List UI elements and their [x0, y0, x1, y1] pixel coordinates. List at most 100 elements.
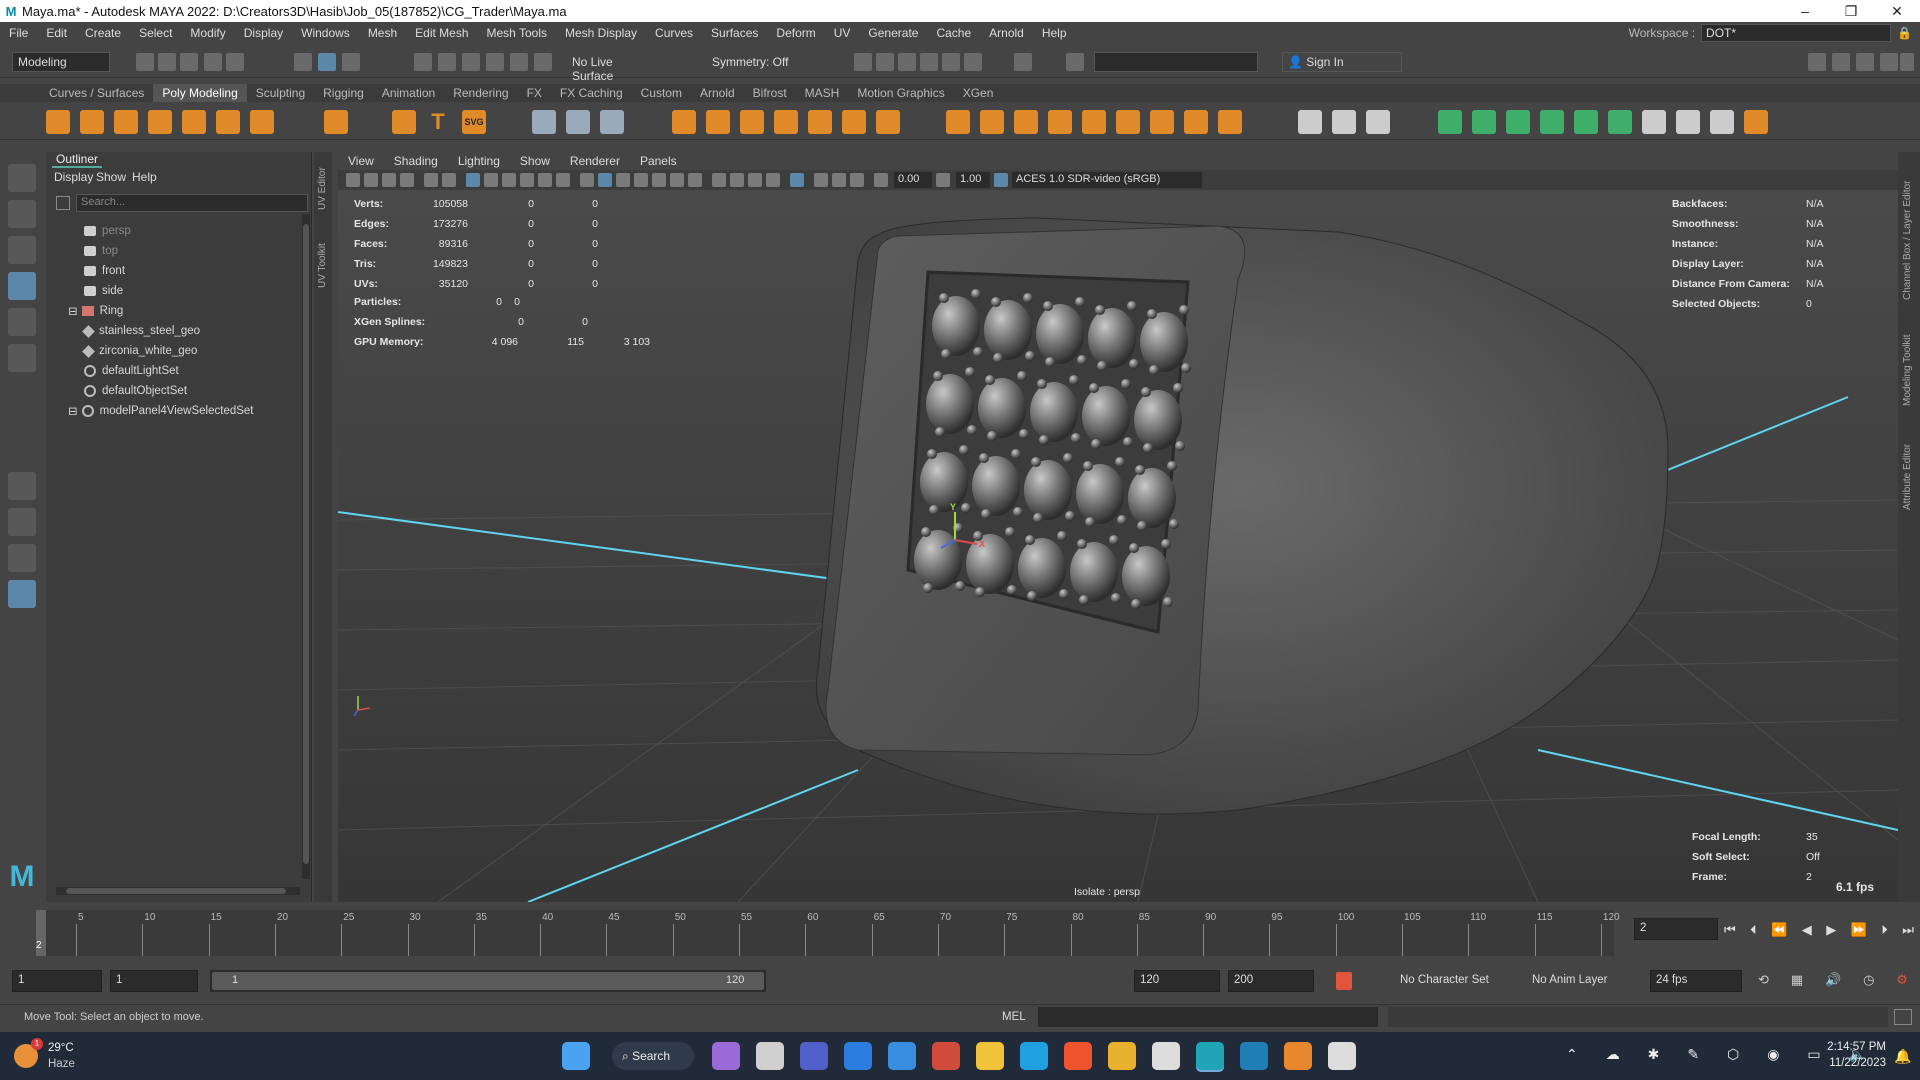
current-frame-field[interactable]: 2 — [1634, 918, 1718, 940]
bridge-icon[interactable] — [1014, 110, 1038, 134]
shelf-tab-xgen[interactable]: XGen — [954, 84, 1003, 102]
minimize-icon[interactable]: – — [1782, 0, 1828, 22]
time-ruler[interactable]: 2 5 10 15 20 25 30 35 40 45 50 55 60 65 70 75 80 85 90 95 1… — [36, 910, 1620, 956]
select-hierarchy-icon[interactable] — [294, 53, 312, 71]
hypershade-icon[interactable] — [942, 53, 960, 71]
menu-deform[interactable]: Deform — [767, 26, 824, 40]
uv-cut-icon[interactable] — [1642, 110, 1666, 134]
viewport-menu-shading[interactable]: Shading — [384, 154, 448, 168]
outliner-item[interactable]: ⊟ Ring — [68, 302, 123, 320]
gate-mask-icon[interactable] — [520, 173, 534, 187]
shelf-tab-sculpting[interactable]: Sculpting — [247, 84, 314, 102]
uv-sew-icon[interactable] — [1676, 110, 1700, 134]
taskbar-search[interactable]: ⌕ Search — [612, 1042, 694, 1070]
outliner-item[interactable]: defaultObjectSet — [84, 382, 187, 400]
wedge-icon[interactable] — [1150, 110, 1174, 134]
save-scene-icon[interactable] — [180, 53, 198, 71]
shelf-tab-bifrost[interactable]: Bifrost — [744, 84, 796, 102]
paint-select-tool-icon[interactable] — [8, 236, 36, 264]
perspective-viewport[interactable]: Y X Verts: 105058 0 0 Edges: 173276 0 0 Faces: 89… — [338, 190, 1898, 902]
super-shape-icon[interactable] — [392, 110, 416, 134]
uv-camera-icon[interactable] — [1574, 110, 1598, 134]
exposure-icon[interactable] — [874, 173, 888, 187]
xray-joints-icon[interactable] — [814, 173, 828, 187]
office-icon[interactable] — [932, 1042, 960, 1070]
auto-key-icon[interactable] — [1336, 972, 1352, 990]
menu-modify[interactable]: Modify — [181, 26, 234, 40]
camera-attributes-icon[interactable] — [364, 173, 378, 187]
append-polygon-icon[interactable] — [1048, 110, 1072, 134]
outliner-item[interactable]: top — [84, 242, 118, 260]
four-view-layout-icon[interactable] — [8, 508, 36, 536]
step-forward-frame-icon[interactable]: ⏩ — [1851, 922, 1867, 938]
uv-automatic-icon[interactable] — [1540, 110, 1564, 134]
menu-mesh-display[interactable]: Mesh Display — [556, 26, 646, 40]
animation-start-field[interactable]: 1 — [12, 970, 102, 992]
lock-icon[interactable]: 🔒 — [1897, 26, 1912, 40]
fps-dropdown[interactable]: 24 fps — [1650, 970, 1742, 992]
multi-cut-icon[interactable] — [1298, 110, 1322, 134]
platonic-solid-icon[interactable] — [324, 110, 348, 134]
pen-icon[interactable]: ✎ — [1687, 1046, 1699, 1063]
workspace-dropdown[interactable]: DOT* — [1701, 24, 1892, 42]
menu-surfaces[interactable]: Surfaces — [702, 26, 767, 40]
time-slider[interactable]: 2 5 10 15 20 25 30 35 40 45 50 55 60 65 70 75 80 85 90 95 1… — [0, 910, 1920, 958]
open-scene-icon[interactable] — [158, 53, 176, 71]
poly-cylinder-icon[interactable] — [114, 110, 138, 134]
script-language-toggle[interactable]: MEL — [1002, 1011, 1026, 1023]
xray-active-icon[interactable] — [832, 173, 846, 187]
sidebar-toggle-icon[interactable] — [1066, 53, 1084, 71]
time-editor-icon[interactable]: ◷ — [1863, 972, 1874, 988]
extract-icon[interactable] — [1218, 110, 1242, 134]
grid-toggle-icon[interactable] — [466, 173, 480, 187]
range-slider[interactable]: 1 120 — [210, 970, 766, 992]
outliner-menu-display[interactable]: Display — [54, 170, 93, 184]
viewport-menu-renderer[interactable]: Renderer — [560, 154, 630, 168]
menu-mesh-tools[interactable]: Mesh Tools — [478, 26, 556, 40]
view-transform-dropdown[interactable]: ACES 1.0 SDR-video (sRGB) — [1012, 172, 1202, 188]
brave-icon[interactable] — [1064, 1042, 1092, 1070]
step-back-frame-icon[interactable]: ⏪ — [1771, 922, 1787, 938]
poly-plane-icon[interactable] — [216, 110, 240, 134]
menu-help[interactable]: Help — [1033, 26, 1076, 40]
xray-icon[interactable] — [634, 173, 648, 187]
menu-windows[interactable]: Windows — [292, 26, 359, 40]
uv-cylindrical-icon[interactable] — [1472, 110, 1496, 134]
uv-editor-icon[interactable] — [1744, 110, 1768, 134]
scroll-thumb[interactable] — [303, 224, 309, 864]
play-forwards-icon[interactable]: ▶ — [1826, 922, 1836, 938]
combine-icon[interactable] — [672, 110, 696, 134]
outliner-layout-icon[interactable] — [8, 580, 36, 608]
render-settings-icon[interactable] — [920, 53, 938, 71]
select-component-icon[interactable] — [342, 53, 360, 71]
anti-alias-icon[interactable] — [748, 173, 762, 187]
attribute-editor-tab[interactable]: Attribute Editor — [1902, 444, 1913, 510]
backface-culling-icon[interactable] — [850, 173, 864, 187]
color-management-icon[interactable] — [994, 173, 1008, 187]
sweep-mesh-icon[interactable] — [532, 110, 556, 134]
hscroll-thumb[interactable] — [66, 888, 286, 894]
shelf-tab-poly-modeling[interactable]: Poly Modeling — [153, 84, 247, 102]
select-object-icon[interactable] — [318, 53, 336, 71]
animation-preferences-icon[interactable]: ⚙ — [1896, 972, 1908, 988]
uv-toolkit-tab[interactable]: UV Toolkit — [317, 243, 328, 288]
wireframe-on-shaded-icon[interactable] — [616, 173, 630, 187]
menu-curves[interactable]: Curves — [646, 26, 702, 40]
poke-icon[interactable] — [1116, 110, 1140, 134]
playback-start-field[interactable]: 1 — [110, 970, 198, 992]
outliner-item[interactable]: side — [84, 282, 123, 300]
expand-icon[interactable]: ⊟ — [68, 404, 78, 418]
single-perspective-layout-icon[interactable] — [8, 472, 36, 500]
range-slider-handle[interactable] — [212, 972, 764, 990]
image-plane-icon[interactable] — [400, 173, 414, 187]
menu-set-dropdown[interactable]: Modeling — [12, 52, 110, 72]
viewport-menu-lighting[interactable]: Lighting — [448, 154, 510, 168]
bevel-icon[interactable] — [980, 110, 1004, 134]
go-to-start-icon[interactable]: ⏮ — [1724, 922, 1736, 938]
outliner-item[interactable]: stainless_steel_geo — [82, 322, 200, 340]
step-back-key-icon[interactable]: ⏴ — [1750, 922, 1757, 938]
select-tool-icon[interactable] — [8, 164, 36, 192]
poly-cube-icon[interactable] — [80, 110, 104, 134]
boolean-icon[interactable] — [842, 110, 866, 134]
teams-icon[interactable] — [800, 1042, 828, 1070]
